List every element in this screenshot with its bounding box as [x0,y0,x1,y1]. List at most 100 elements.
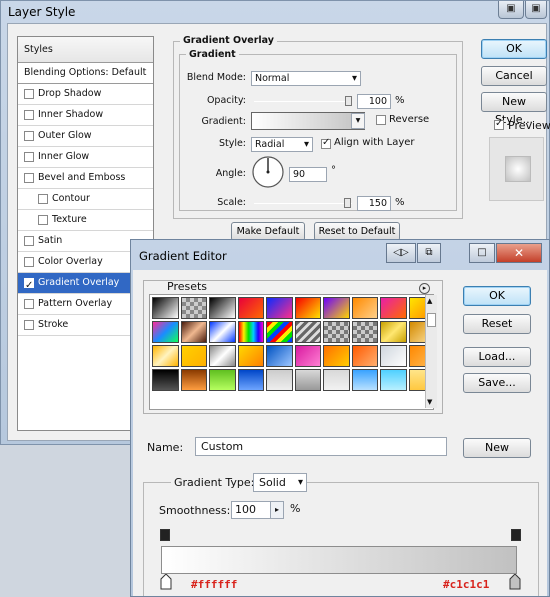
restore-icon[interactable]: ⧉ [417,243,441,263]
preset-swatch[interactable] [380,369,407,391]
scale-slider[interactable] [254,203,352,204]
styles-item-checkbox[interactable] [24,173,34,183]
style-select[interactable]: Radial [251,137,313,152]
styles-item-checkbox[interactable] [24,110,34,120]
scroll-thumb[interactable] [427,313,436,327]
reverse-checkbox[interactable] [376,115,386,125]
styles-item-checkbox[interactable] [24,257,34,267]
preset-swatch[interactable] [294,369,321,391]
help-icon[interactable]: ▣ [498,1,524,19]
color-stop-left-icon[interactable] [160,574,172,590]
styles-header[interactable]: Styles [18,37,153,63]
scale-input[interactable]: 150 [357,196,391,211]
preset-swatch[interactable] [380,297,407,319]
styles-item-checkbox[interactable] [24,299,34,309]
preset-swatch[interactable] [152,345,179,367]
gradient-dropdown-button[interactable]: ▾ [351,113,365,129]
opacity-stop-left[interactable] [160,529,170,541]
angle-input[interactable]: 90 [289,167,327,182]
preset-swatch[interactable] [152,321,179,343]
reset-button[interactable]: Reset [463,314,531,334]
smoothness-input[interactable]: 100 [231,501,275,519]
styles-item-outer-glow[interactable]: Outer Glow [18,126,153,147]
preset-swatch[interactable] [237,297,264,319]
preset-swatch[interactable] [323,321,350,343]
preset-swatch[interactable] [180,321,207,343]
preset-swatch[interactable] [180,345,207,367]
styles-item-checkbox[interactable] [24,89,34,99]
preset-swatch[interactable] [323,345,350,367]
styles-item-checkbox[interactable] [38,215,48,225]
styles-item-checkbox[interactable] [24,236,34,246]
opacity-input[interactable]: 100 [357,94,391,109]
angle-dial[interactable] [251,155,285,189]
load-button[interactable]: Load... [463,347,531,367]
styles-item-inner-shadow[interactable]: Inner Shadow [18,105,153,126]
cancel-button[interactable]: Cancel [481,66,547,86]
styles-item-contour[interactable]: Contour [18,189,153,210]
styles-item-checkbox[interactable] [24,131,34,141]
preset-swatch[interactable] [294,321,321,343]
styles-item-checkbox[interactable] [24,320,34,330]
preview-checkbox[interactable] [494,118,504,130]
opacity-slider-thumb[interactable] [345,96,352,106]
maximize-icon[interactable]: □ [469,243,495,263]
styles-item-bevel-and-emboss[interactable]: Bevel and Emboss [18,168,153,189]
close-icon[interactable]: ✕ [496,243,542,263]
ok-button[interactable]: OK [481,39,547,59]
styles-item-texture[interactable]: Texture [18,210,153,231]
preset-swatch[interactable] [266,345,293,367]
preset-swatch[interactable] [351,369,378,391]
styles-item-drop-shadow[interactable]: Drop Shadow [18,84,153,105]
styles-item-checkbox[interactable] [24,276,34,296]
preset-swatch[interactable] [152,369,179,391]
preset-swatch[interactable] [180,369,207,391]
preset-swatch[interactable] [237,345,264,367]
align-with-layer-checkbox[interactable] [321,137,331,149]
preset-swatch[interactable] [152,297,179,319]
color-stop-right-icon[interactable] [509,574,521,590]
name-input[interactable]: Custom [195,437,447,456]
blend-mode-select[interactable]: Normal [251,71,361,86]
scroll-up-icon[interactable]: ▲ [427,297,432,305]
preset-swatch[interactable] [266,321,293,343]
styles-item-checkbox[interactable] [38,194,48,204]
preset-swatch[interactable] [351,345,378,367]
opacity-stop-right[interactable] [511,529,521,541]
scale-slider-thumb[interactable] [344,198,351,208]
preset-swatch[interactable] [209,321,236,343]
preset-swatch[interactable] [209,297,236,319]
preset-swatch[interactable] [323,297,350,319]
preset-swatch[interactable] [380,321,407,343]
preset-swatch[interactable] [209,369,236,391]
gradient-ramp[interactable] [161,546,517,574]
presets-scrollbar[interactable]: ▲ ▼ [425,295,437,408]
preset-swatch[interactable] [237,369,264,391]
preset-swatch[interactable] [180,297,207,319]
preset-swatch[interactable] [380,345,407,367]
preset-swatch[interactable] [237,321,264,343]
save-button[interactable]: Save... [463,373,531,393]
preset-swatch[interactable] [266,369,293,391]
preset-swatch[interactable] [209,345,236,367]
preset-swatch[interactable] [266,297,293,319]
ok-button[interactable]: OK [463,286,531,306]
blending-options-item[interactable]: Blending Options: Default [18,63,153,84]
preset-swatch[interactable] [323,369,350,391]
smoothness-stepper-icon[interactable]: ▸ [270,501,284,519]
preset-swatch[interactable] [351,297,378,319]
gradient-type-select[interactable]: Solid [253,473,307,492]
scroll-down-icon[interactable]: ▼ [427,398,432,406]
preset-swatch[interactable] [294,345,321,367]
new-style-button[interactable]: New Style... [481,92,547,126]
preset-swatch[interactable] [294,297,321,319]
opacity-slider[interactable] [254,101,352,102]
presets-menu-icon[interactable]: ▸ [419,283,430,294]
styles-item-inner-glow[interactable]: Inner Glow [18,147,153,168]
minimize-icon[interactable]: ◁▷ [386,243,416,263]
gradient-preview-swatch[interactable] [251,112,365,130]
preset-swatch[interactable] [351,321,378,343]
new-button[interactable]: New [463,438,531,458]
styles-item-checkbox[interactable] [24,152,34,162]
close-icon[interactable]: ▣ [525,1,547,19]
